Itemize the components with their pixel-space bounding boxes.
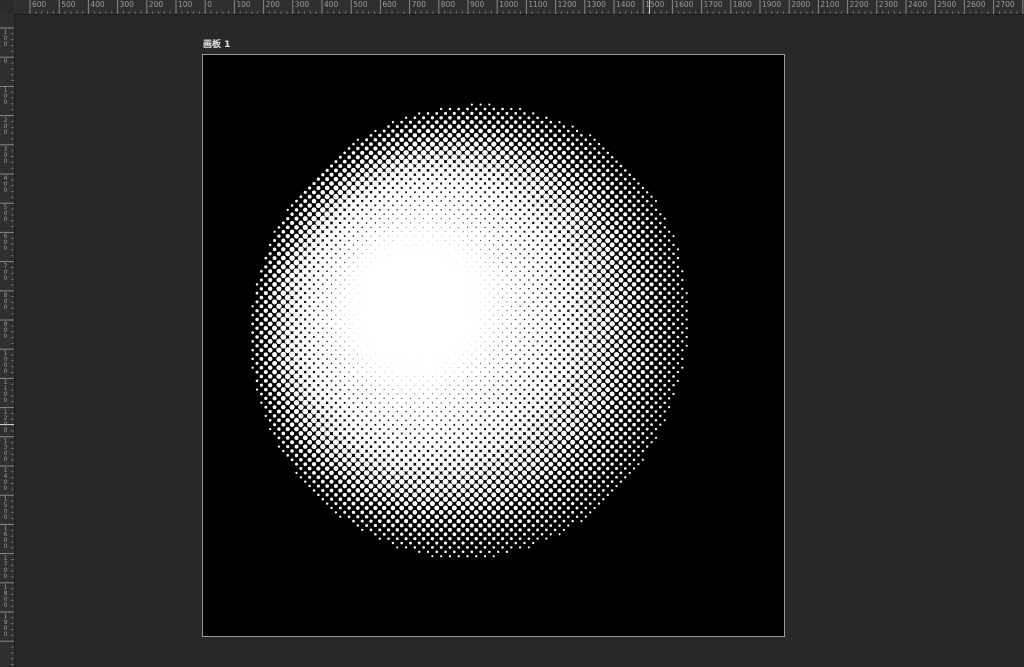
horizontal-ruler-label: 100 — [236, 0, 251, 9]
vertical-ruler-label: 1700 — [3, 554, 8, 580]
horizontal-ruler-label: 900 — [470, 0, 485, 9]
horizontal-ruler-label: 2000 — [791, 0, 811, 9]
horizontal-ruler-label: 0 — [207, 0, 212, 9]
vertical-ruler-label: 100 — [3, 87, 8, 107]
horizontal-ruler-label: 200 — [265, 0, 280, 9]
horizontal-ruler-label: 1700 — [703, 0, 723, 9]
vertical-ruler-label: 1900 — [3, 613, 8, 638]
horizontal-ruler-label: 500 — [61, 0, 76, 9]
artboard-title[interactable]: 画板 1 — [203, 40, 230, 51]
vertical-ruler-label: 1200 — [3, 408, 8, 434]
horizontal-ruler-label: 2100 — [820, 0, 840, 9]
horizontal-ruler-label: 2700 — [995, 0, 1015, 9]
vertical-ruler-label: 900 — [3, 321, 8, 340]
horizontal-ruler-label: 1100 — [528, 0, 548, 9]
horizontal-ruler-label: 300 — [119, 0, 134, 9]
vertical-ruler-label: 0 — [3, 58, 8, 66]
horizontal-ruler-label: 800 — [440, 0, 456, 9]
horizontal-ruler-label: 2600 — [966, 0, 986, 9]
horizontal-ruler-label: 1500 — [645, 0, 665, 9]
horizontal-ruler-label: 2300 — [878, 0, 898, 9]
vertical-ruler-label: 400 — [3, 175, 8, 194]
canvas-workspace[interactable]: 600 500 400 300 200 100 0 100 200 300 400 500 600 700… — [0, 0, 1024, 667]
horizontal-ruler-label: 1800 — [732, 0, 752, 9]
vertical-ruler-label: 1600 — [3, 525, 8, 551]
artboard[interactable] — [202, 54, 785, 637]
horizontal-ruler[interactable]: 600 500 400 300 200 100 0 100 200 300 400 500 600 700… — [14, 0, 1024, 15]
horizontal-ruler-label: 200 — [148, 0, 164, 9]
horizontal-ruler-label: 100 — [178, 0, 193, 9]
vertical-ruler-label: 600 — [3, 233, 8, 253]
vertical-ruler-label: 1400 — [3, 467, 8, 492]
horizontal-ruler-label: 1400 — [616, 0, 636, 9]
ruler-corner — [0, 0, 15, 15]
horizontal-ruler-ticks — [29, 0, 1024, 14]
horizontal-ruler-label: 1300 — [586, 0, 606, 9]
vertical-ruler-label: 500 — [3, 204, 8, 224]
halftone-circle-artwork — [251, 103, 688, 558]
horizontal-ruler-label: 2500 — [937, 0, 957, 9]
horizontal-ruler-label: 400 — [324, 0, 339, 9]
horizontal-ruler-label: 700 — [411, 0, 426, 9]
horizontal-ruler-label: 2200 — [849, 0, 869, 9]
vertical-ruler-label: 300 — [3, 145, 8, 165]
vertical-ruler-label: 1000 — [3, 350, 8, 376]
vertical-ruler-label: 1300 — [3, 437, 8, 463]
vertical-ruler-label: 700 — [3, 262, 8, 282]
horizontal-ruler-label: 300 — [294, 0, 310, 9]
horizontal-ruler-label: 400 — [90, 0, 105, 9]
horizontal-ruler-label: 500 — [353, 0, 368, 9]
vertical-ruler-label: 100 — [3, 29, 8, 48]
horizontal-ruler-label: 600 — [382, 0, 397, 9]
vertical-ruler[interactable]: 100 0 100 200 300 400 500 600 700 800 900 1000 1100 1… — [0, 14, 15, 667]
horizontal-ruler-label: 1000 — [499, 0, 519, 9]
vertical-ruler-label: 200 — [3, 116, 8, 136]
vertical-ruler-label: 1500 — [3, 496, 8, 522]
horizontal-ruler-label: 1900 — [762, 0, 782, 9]
horizontal-ruler-label: 2400 — [908, 0, 928, 9]
vertical-ruler-label: 800 — [3, 291, 8, 311]
vertical-ruler-label: 1800 — [3, 583, 8, 609]
vertical-ruler-label: 1100 — [3, 379, 8, 405]
horizontal-ruler-label: 600 — [32, 0, 47, 9]
horizontal-ruler-label: 1200 — [557, 0, 577, 9]
horizontal-ruler-label: 1600 — [674, 0, 694, 9]
